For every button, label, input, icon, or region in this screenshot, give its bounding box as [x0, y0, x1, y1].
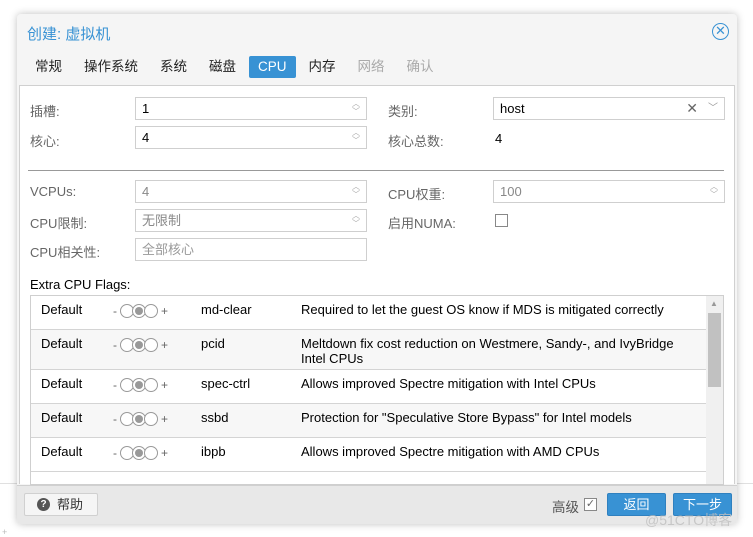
tab-network: 网络 — [357, 59, 385, 74]
minus-label: - — [113, 446, 117, 460]
create-vm-dialog: 创建: 虚拟机 ✕ 常规 操作系统 系统 磁盘 CPU 内存 网络 确认 插槽:… — [17, 14, 737, 524]
help-button[interactable]: ? 帮助 — [24, 493, 98, 516]
sockets-label: 插槽: — [30, 104, 60, 119]
plus-label: + — [161, 304, 169, 318]
spinner-icon[interactable]: ︿ ﹀ — [351, 183, 361, 200]
tab-system[interactable]: 系统 — [151, 56, 196, 78]
flag-description: Allows improved Spectre mitigation with … — [301, 376, 596, 391]
tab-confirm: 确认 — [406, 59, 434, 74]
vcpus-label: VCPUs: — [30, 184, 77, 199]
minus-label: - — [113, 378, 117, 392]
cores-label: 核心: — [30, 134, 60, 149]
flag-name: spec-ctrl — [201, 376, 251, 391]
scrollbar[interactable]: ▲ — [706, 296, 723, 484]
minus-label: - — [113, 338, 117, 352]
wizard-tabs: 常规 操作系统 系统 磁盘 CPU 内存 网络 确认 — [26, 56, 447, 80]
tab-general[interactable]: 常规 — [26, 56, 71, 78]
plus-label: + — [161, 378, 169, 392]
table-row: Default - + pcid Meltdown fix cost reduc… — [31, 330, 707, 370]
cpu-weight-label: CPU权重: — [388, 187, 446, 202]
help-label: 帮助 — [57, 497, 84, 512]
radio-on[interactable] — [144, 304, 158, 318]
watermark: @51CTO博客 — [645, 512, 733, 528]
flag-description: Protection for "Speculative Store Bypass… — [301, 410, 632, 425]
table-row: Default - + ibpb Allows improved Spectre… — [31, 438, 707, 472]
cpu-limit-value: 无限制 — [142, 213, 182, 228]
type-label: 类别: — [388, 104, 418, 119]
cpu-limit-field[interactable]: 无限制 ︿ ﹀ — [135, 209, 367, 232]
radio-on[interactable] — [144, 412, 158, 426]
spinner-icon[interactable]: ︿ ﹀ — [351, 129, 361, 146]
question-circle-icon: ? — [37, 498, 50, 511]
flag-name: ssbd — [201, 410, 229, 425]
cores-value: 4 — [142, 130, 150, 145]
advanced-checkbox[interactable]: ✓ — [584, 498, 597, 511]
section-divider — [28, 170, 724, 171]
cpu-affinity-field[interactable]: 全部核心 — [135, 238, 367, 261]
flag-name: md-clear — [201, 302, 252, 317]
type-combobox[interactable]: host ✕ ﹀ — [493, 97, 725, 120]
table-row: Default - + ssbd Protection for "Specula… — [31, 404, 707, 438]
cores-field[interactable]: 4 ︿ ﹀ — [135, 126, 367, 149]
spinner-icon[interactable]: ︿ ﹀ — [709, 183, 719, 200]
flag-state: Default — [41, 444, 83, 459]
flag-state: Default — [41, 410, 83, 425]
tab-os[interactable]: 操作系统 — [75, 56, 147, 78]
flag-state: Default — [41, 376, 83, 391]
clear-icon[interactable]: ✕ — [686, 98, 698, 119]
scrollbar-thumb[interactable] — [708, 313, 721, 387]
flag-description: Allows improved Spectre mitigation with … — [301, 444, 600, 459]
dialog-footer: ? 帮助 高级 ✓ 返回 下一步 — [17, 485, 737, 524]
flag-description: Meltdown fix cost reduction on Westmere,… — [301, 336, 674, 366]
extra-cpu-flags-label: Extra CPU Flags: — [30, 277, 131, 292]
vcpus-value: 4 — [142, 184, 150, 199]
flag-tristate: - + — [109, 304, 172, 318]
flag-tristate: - + — [109, 378, 172, 392]
total-cores-label: 核心总数: — [388, 134, 444, 149]
sockets-value: 1 — [142, 101, 150, 116]
flag-description: Required to let the guest OS know if MDS… — [301, 302, 664, 317]
radio-on[interactable] — [144, 378, 158, 392]
advanced-label: 高级 — [552, 500, 579, 515]
table-row: Default - + md-clear Required to let the… — [31, 296, 707, 330]
cpu-weight-field[interactable]: 100 ︿ ﹀ — [493, 180, 725, 203]
scroll-up-arrow-icon[interactable]: ▲ — [710, 299, 718, 308]
dialog-title: 创建: 虚拟机 — [27, 26, 111, 43]
flag-tristate: - + — [109, 412, 172, 426]
cpu-flags-grid: Default - + md-clear Required to let the… — [30, 295, 724, 485]
flag-state: Default — [41, 336, 83, 351]
cpu-affinity-label: CPU相关性: — [30, 245, 101, 260]
minus-label: - — [113, 304, 117, 318]
close-icon[interactable]: ✕ — [712, 23, 729, 40]
radio-on[interactable] — [144, 338, 158, 352]
radio-on[interactable] — [144, 446, 158, 460]
flag-name: pcid — [201, 336, 225, 351]
cpu-weight-value: 100 — [500, 184, 522, 199]
flag-tristate: - + — [109, 446, 172, 460]
plus-label: + — [161, 412, 169, 426]
cpu-affinity-placeholder: 全部核心 — [142, 242, 195, 257]
tab-cpu[interactable]: CPU — [249, 56, 296, 78]
plus-label: + — [161, 446, 169, 460]
flag-state: Default — [41, 302, 83, 317]
plus-label: + — [161, 338, 169, 352]
numa-checkbox[interactable] — [495, 214, 508, 227]
type-value: host — [500, 101, 525, 116]
vcpus-field[interactable]: 4 ︿ ﹀ — [135, 180, 367, 203]
numa-label: 启用NUMA: — [388, 216, 456, 231]
total-cores-value: 4 — [495, 131, 503, 146]
spinner-icon[interactable]: ︿ ﹀ — [351, 100, 361, 117]
spinner-icon[interactable]: ︿ ﹀ — [351, 212, 361, 229]
table-row: Default - + spec-ctrl Allows improved Sp… — [31, 370, 707, 404]
sockets-field[interactable]: 1 ︿ ﹀ — [135, 97, 367, 120]
flag-name: ibpb — [201, 444, 226, 459]
flag-tristate: - + — [109, 338, 172, 352]
chevron-down-icon[interactable]: ﹀ — [708, 98, 718, 119]
cpu-limit-label: CPU限制: — [30, 216, 88, 231]
tab-memory[interactable]: 内存 — [300, 56, 345, 78]
background-glyph: + — [2, 527, 8, 537]
cpu-panel: 插槽: 1 ︿ ﹀ 核心: 4 ︿ ﹀ 类别: host ✕ ﹀ 核心总数: 4 V… — [19, 85, 735, 485]
tab-disks[interactable]: 磁盘 — [200, 56, 245, 78]
minus-label: - — [113, 412, 117, 426]
